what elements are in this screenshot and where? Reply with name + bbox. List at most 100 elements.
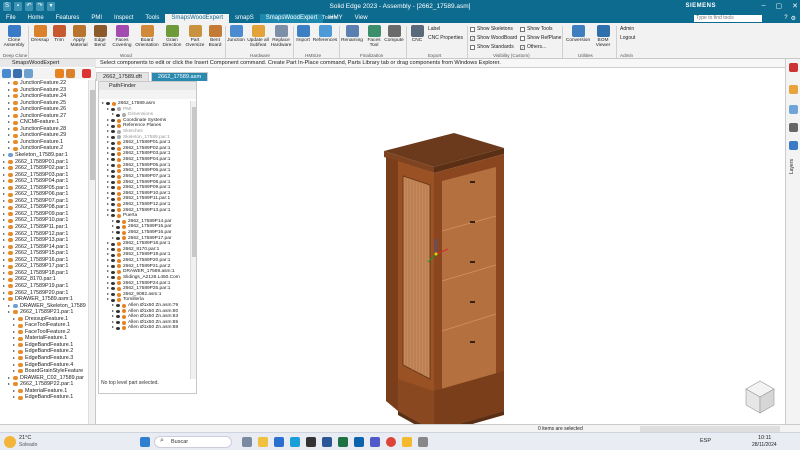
expand-arrow-icon[interactable]: ▸: [101, 101, 105, 107]
maximize-button[interactable]: ▢: [776, 2, 783, 10]
others-checkbox[interactable]: ✓ Others...: [520, 44, 546, 50]
edge-bend-button[interactable]: Edge Bend: [90, 25, 110, 48]
logout-button[interactable]: Logout: [620, 35, 635, 41]
expand-arrow-icon[interactable]: ▸: [2, 296, 6, 303]
expand-arrow-icon[interactable]: ▸: [111, 236, 115, 242]
filter-icon[interactable]: [24, 69, 33, 78]
settings-icon[interactable]: [418, 437, 428, 447]
visibility-icon[interactable]: [111, 276, 115, 280]
properties-icon[interactable]: [789, 123, 798, 132]
expand-arrow-icon[interactable]: ▸: [12, 394, 16, 401]
tab-pmi[interactable]: PMI: [85, 14, 108, 23]
pathfinder-item[interactable]: ▸ Allen Ø1x50 Zn.asm:88: [99, 325, 189, 331]
tab-inspect[interactable]: Inspect: [108, 14, 139, 23]
delete-icon[interactable]: [82, 69, 91, 78]
tab-smapswoodexpert[interactable]: SmapsWoodExpert: [165, 14, 230, 23]
visibility-icon[interactable]: [111, 158, 115, 162]
junction-button[interactable]: Junction: [226, 25, 246, 43]
visibility-icon[interactable]: [111, 281, 115, 285]
taskbar-search[interactable]: ⌕ Buscar: [154, 436, 232, 448]
help-icon[interactable]: ?: [784, 15, 787, 22]
visibility-icon[interactable]: [116, 304, 120, 308]
show-standards-checkbox[interactable]: Show Standards: [470, 44, 514, 50]
visibility-icon[interactable]: [116, 220, 120, 224]
tab-home[interactable]: Home: [22, 14, 50, 23]
faces-covering-button[interactable]: Faces Covering: [110, 25, 134, 48]
import-button[interactable]: Import: [294, 25, 312, 43]
part-oversize-button[interactable]: Part Oversize: [184, 25, 206, 48]
visibility-icon[interactable]: [111, 270, 115, 274]
visibility-icon[interactable]: [116, 315, 120, 319]
visibility-icon[interactable]: [111, 180, 115, 184]
faces-tool-button[interactable]: Faces Tool: [364, 25, 384, 48]
sync-icon[interactable]: [13, 69, 22, 78]
excel-icon[interactable]: [338, 437, 348, 447]
tab-assembly-document[interactable]: 2662_17589.asm: [150, 72, 209, 81]
replace-hardware-button[interactable]: Replace Hardware: [270, 25, 292, 48]
visibility-icon[interactable]: [116, 321, 120, 325]
show-tools-checkbox[interactable]: Show Tools: [520, 26, 552, 32]
visibility-icon[interactable]: [111, 197, 115, 201]
tab-smaps[interactable]: smapS: [229, 14, 260, 23]
show-woodboard-checkbox[interactable]: ✓ Show WoodBoard: [470, 35, 517, 41]
file-explorer-icon[interactable]: [258, 437, 268, 447]
expand-arrow-icon[interactable]: ▸: [106, 213, 110, 219]
visibility-icon[interactable]: [111, 287, 115, 291]
expand-arrow-icon[interactable]: ▸: [111, 112, 115, 118]
expand-icon[interactable]: [66, 69, 75, 78]
collapse-icon[interactable]: [55, 69, 64, 78]
close-button[interactable]: ✕: [792, 2, 798, 10]
expand-arrow-icon[interactable]: ▸: [106, 107, 110, 113]
task-view-icon[interactable]: [242, 437, 252, 447]
cnc-button[interactable]: CNC: [408, 25, 426, 43]
minimize-button[interactable]: –: [762, 2, 766, 10]
visibility-icon[interactable]: [111, 169, 115, 173]
clone-assembly-button[interactable]: Clone Assembly: [2, 25, 26, 48]
pathfinder-scrollbar[interactable]: [190, 101, 196, 379]
view-cube[interactable]: [745, 380, 775, 414]
bom-viewer-button[interactable]: BOM Viewer: [592, 25, 614, 48]
visibility-icon[interactable]: [111, 298, 115, 302]
expand-arrow-icon[interactable]: ▸: [12, 368, 16, 375]
visibility-icon[interactable]: [111, 164, 115, 167]
expand-arrow-icon[interactable]: ▸: [7, 309, 11, 316]
visibility-icon[interactable]: [116, 236, 120, 240]
visibility-icon[interactable]: [111, 124, 115, 128]
clock-time[interactable]: 10:11: [758, 435, 771, 441]
conversion-button[interactable]: Conversion: [564, 25, 592, 43]
solid-edge-icon[interactable]: [274, 437, 284, 447]
options-icon[interactable]: ⚙: [791, 15, 796, 22]
left-panel-scrollbar[interactable]: [88, 80, 95, 432]
visibility-icon[interactable]: [116, 309, 120, 313]
visibility-icon[interactable]: [111, 130, 115, 134]
visibility-icon[interactable]: [111, 119, 115, 123]
store-icon[interactable]: [306, 437, 316, 447]
compute-button[interactable]: Compute: [384, 25, 404, 43]
cabinet-model[interactable]: [384, 133, 504, 424]
chrome-icon[interactable]: [386, 437, 396, 447]
tab-features[interactable]: Features: [50, 14, 86, 23]
weather-icon[interactable]: [4, 436, 16, 448]
expand-arrow-icon[interactable]: ▸: [7, 381, 11, 388]
visibility-icon[interactable]: [111, 135, 115, 139]
refresh-icon[interactable]: [2, 69, 11, 78]
tab-view[interactable]: View: [349, 14, 374, 23]
sensor-icon[interactable]: [789, 105, 798, 114]
visibility-icon[interactable]: [111, 147, 115, 151]
admin-button[interactable]: Admin: [620, 26, 634, 32]
clock-date[interactable]: 28/11/2024: [752, 442, 777, 448]
tab-file[interactable]: File: [0, 14, 22, 23]
find-tools-input[interactable]: Type to find tools: [694, 15, 762, 22]
visibility-icon[interactable]: [111, 152, 115, 156]
show-skeletons-checkbox[interactable]: Show Skeletons: [470, 26, 513, 32]
cnc-properties-button[interactable]: CNC Properties: [428, 35, 463, 41]
windows-start-icon[interactable]: [140, 437, 150, 447]
board-orientation-button[interactable]: Board Orientation: [134, 25, 160, 48]
library-icon[interactable]: [789, 85, 798, 94]
visibility-icon[interactable]: [116, 225, 120, 229]
visibility-icon[interactable]: [116, 231, 120, 235]
apply-material-button[interactable]: Apply Material: [68, 25, 90, 48]
references-button[interactable]: References: [312, 25, 338, 43]
visibility-icon[interactable]: [116, 326, 120, 330]
tab-tools[interactable]: Tools: [139, 14, 165, 23]
